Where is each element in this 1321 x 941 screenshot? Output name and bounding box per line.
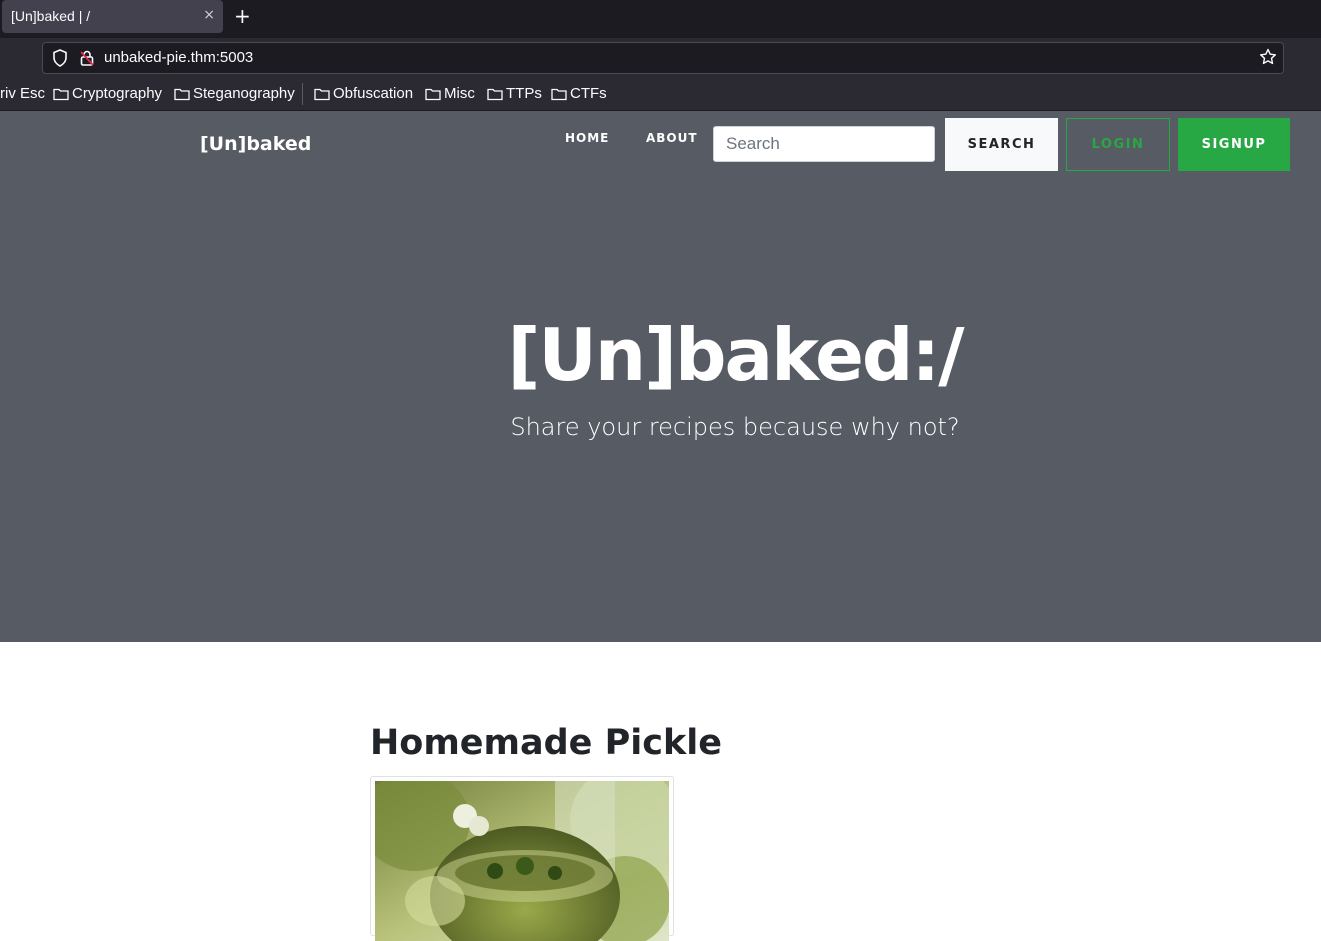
insecure-lock-icon[interactable]: [79, 49, 95, 71]
folder-icon: [53, 88, 69, 100]
bookmark-label: Obfuscation: [333, 85, 414, 102]
bookmark-folder-ttps[interactable]: TTPs: [487, 85, 542, 102]
bookmark-separator: [302, 83, 303, 105]
folder-icon: [551, 88, 567, 100]
hero-subtitle: Share your recipes because why not?: [510, 413, 960, 441]
url-bar[interactable]: unbaked-pie.thm:5003: [42, 42, 1284, 74]
recipe-thumbnail[interactable]: [370, 776, 674, 941]
signup-button[interactable]: SIGNUP: [1178, 118, 1290, 171]
bookmark-label: riv Esc: [0, 85, 45, 102]
bookmark-star-icon[interactable]: [1259, 48, 1277, 70]
bookmark-folder-steganography[interactable]: Steganography: [174, 85, 295, 102]
bookmark-label: TTPs: [506, 85, 542, 102]
bookmarks-toolbar: riv Esc Cryptography Steganography Obfus…: [0, 78, 1321, 111]
bookmark-folder-cryptography[interactable]: Cryptography: [53, 85, 162, 102]
close-tab-icon[interactable]: ×: [203, 7, 215, 23]
login-button[interactable]: LOGIN: [1066, 118, 1170, 171]
browser-tab[interactable]: [Un]baked | / ×: [2, 0, 223, 33]
bookmark-folder-ctfs[interactable]: CTFs: [551, 85, 607, 102]
folder-icon: [174, 88, 190, 100]
site-brand[interactable]: [Un]baked: [200, 133, 311, 155]
bookmark-label: CTFs: [570, 85, 607, 102]
browser-tab-bar: [Un]baked | / × +: [0, 0, 1321, 38]
site-header-hero: [Un]baked HOME ABOUT SEARCH LOGIN SIGNUP…: [0, 111, 1321, 642]
bookmark-label: Steganography: [193, 85, 295, 102]
search-button[interactable]: SEARCH: [945, 118, 1058, 171]
new-tab-icon[interactable]: +: [234, 4, 251, 28]
hero-title: [Un]baked:/: [507, 313, 964, 397]
nav-about-link[interactable]: ABOUT: [646, 131, 698, 145]
url-text[interactable]: unbaked-pie.thm:5003: [104, 49, 253, 66]
bookmark-priv-esc[interactable]: riv Esc: [0, 85, 45, 102]
folder-icon: [487, 88, 503, 100]
folder-icon: [425, 88, 441, 100]
pickle-jar-image: [375, 781, 669, 941]
bookmark-folder-misc[interactable]: Misc: [425, 85, 475, 102]
browser-navbar: unbaked-pie.thm:5003: [0, 38, 1321, 78]
tab-title: [Un]baked | /: [11, 8, 91, 24]
search-input[interactable]: [713, 126, 935, 162]
folder-icon: [314, 88, 330, 100]
bookmark-folder-obfuscation[interactable]: Obfuscation: [314, 85, 413, 102]
shield-icon[interactable]: [52, 49, 68, 71]
recipe-title[interactable]: Homemade Pickle: [370, 723, 722, 763]
nav-home-link[interactable]: HOME: [565, 131, 609, 145]
bookmark-label: Misc: [444, 85, 475, 102]
bookmark-label: Cryptography: [72, 85, 163, 102]
